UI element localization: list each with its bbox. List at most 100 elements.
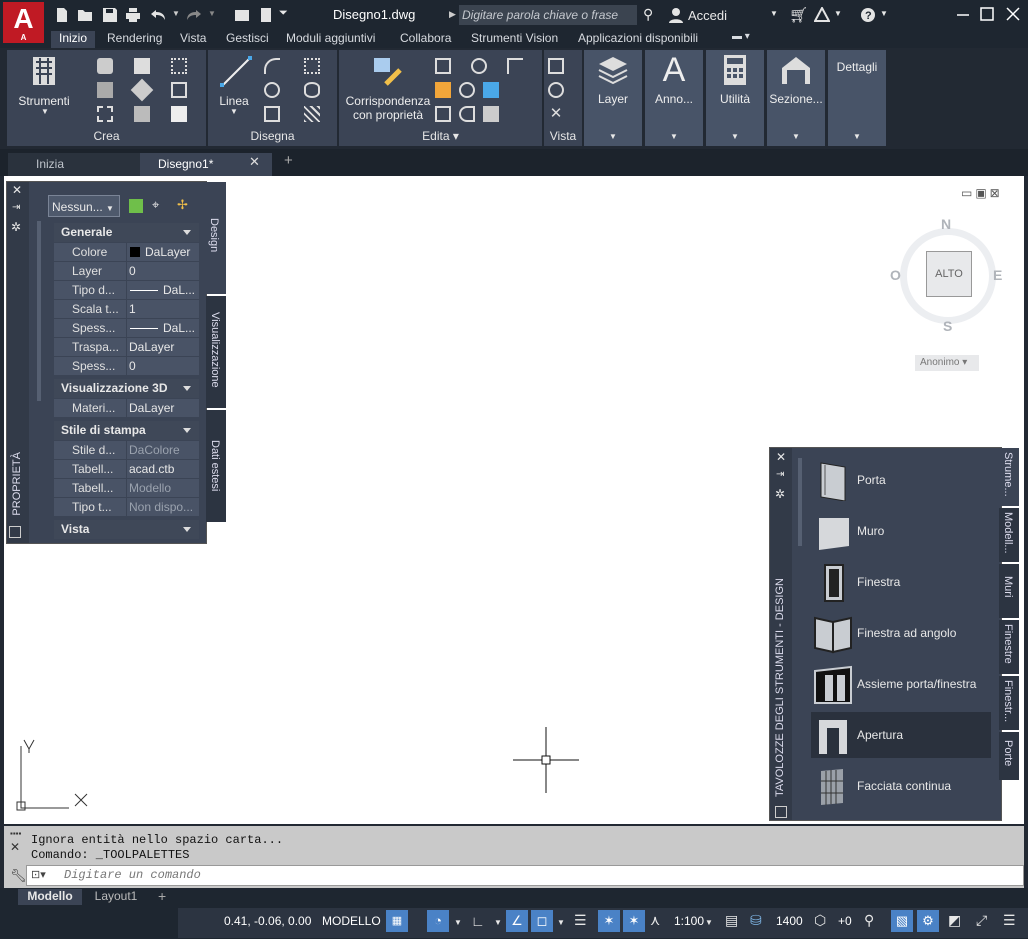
prop-row[interactable]: Tipo d... DaL... (54, 281, 199, 299)
palette-settings-icon[interactable]: ✲ (775, 487, 785, 501)
copy-icon[interactable] (459, 82, 475, 98)
customize-status-icon[interactable]: ☰ (1003, 912, 1016, 929)
help-icon[interactable]: ? (860, 7, 876, 23)
cut-plane-value[interactable]: 1400 (776, 914, 803, 928)
tab-collabora[interactable]: Collabora (400, 31, 451, 45)
rotate-icon[interactable] (471, 58, 487, 74)
auto-scale-icon[interactable]: ✶ (623, 910, 645, 932)
prop-row[interactable]: Layer 0 (54, 262, 199, 280)
pickadd-icon[interactable]: ✢ (177, 197, 188, 213)
prop-value[interactable]: DaColore (127, 441, 199, 459)
ortho-icon[interactable]: ∟ (471, 913, 485, 929)
tab-inizio[interactable]: Inizio (51, 31, 96, 48)
prop-row[interactable]: Stile d... DaColore (54, 441, 199, 459)
isolate-objects-icon[interactable]: ◩ (948, 912, 961, 929)
undo-dropdown-icon[interactable]: ▼ (172, 9, 180, 18)
help-dropdown-icon[interactable]: ▼ (880, 9, 888, 18)
prop-value[interactable]: Modello (127, 479, 199, 497)
search-expand-icon[interactable]: ▶ (449, 9, 456, 20)
share-icon[interactable] (234, 7, 250, 23)
close-window-icon[interactable] (1006, 7, 1020, 21)
palette-menu-icon[interactable] (775, 806, 787, 818)
workspace-icon[interactable]: ⚙ (917, 910, 939, 932)
cube-icon[interactable] (171, 106, 187, 122)
properties-menu-icon[interactable] (9, 526, 21, 538)
osnap-toggle-icon[interactable]: ◻ (531, 910, 553, 932)
app-dropdown-icon[interactable]: ▼ (834, 9, 842, 18)
quick-select-icon[interactable] (129, 199, 143, 213)
undo-icon[interactable] (150, 7, 166, 23)
section-vista[interactable]: Vista (54, 520, 199, 539)
prop-row[interactable]: Tipo t... Non dispo... (54, 498, 199, 516)
orbit-icon[interactable] (548, 82, 564, 98)
polyline-icon[interactable] (264, 58, 280, 74)
palette-tab-modelli[interactable]: Modell... (999, 508, 1019, 562)
print-icon[interactable] (125, 7, 141, 23)
panel-vista-title[interactable]: Vista (544, 129, 582, 143)
match-properties-icon[interactable] (372, 56, 404, 88)
properties-icon[interactable]: ▤ (725, 912, 738, 929)
palette-tab-strumenti[interactable]: Strume... (999, 448, 1019, 506)
command-grip[interactable]: ▪▪▪▪ (10, 829, 21, 838)
tab-gestisci[interactable]: Gestisci (226, 31, 269, 45)
viewcube-face-top[interactable]: ALTO (926, 251, 972, 297)
redo-dropdown-icon[interactable]: ▼ (208, 9, 216, 18)
viewcube-west[interactable]: O (890, 267, 901, 283)
line-dropdown-icon[interactable]: ▼ (230, 107, 238, 116)
viewcube-south[interactable]: S (943, 318, 952, 334)
tools-label[interactable]: Strumenti (15, 94, 73, 108)
customize-qat-icon[interactable]: ⏷ (279, 7, 288, 20)
palette-item-porta[interactable]: Porta (811, 457, 991, 503)
palette-close-icon[interactable]: ✕ (776, 450, 786, 464)
line-label[interactable]: Linea (214, 94, 254, 108)
viewport-controls[interactable]: ▭▣⊠ (961, 186, 1003, 200)
palette-item-finestra-ad-angolo[interactable]: Finestra ad angolo (811, 610, 991, 656)
prop-value[interactable]: 1 (127, 300, 199, 318)
properties-scrollbar[interactable] (37, 221, 41, 401)
palette-item-assieme[interactable]: Assieme porta/finestra (811, 661, 991, 707)
section-visualizzazione-3d[interactable]: Visualizzazione 3D (54, 379, 199, 398)
prop-value[interactable]: DaLayer (127, 338, 199, 356)
fullscreen-icon[interactable]: ⤢ (976, 912, 987, 929)
prop-row[interactable]: Spess... 0 (54, 357, 199, 375)
tab-strumenti-vision[interactable]: Strumenti Vision (471, 31, 558, 45)
prop-value[interactable]: 0 (127, 357, 199, 375)
user-icon[interactable] (668, 7, 684, 23)
elevation-icon[interactable]: ⬡ (814, 912, 826, 929)
circle-icon[interactable] (264, 82, 280, 98)
properties-settings-icon[interactable]: ✲ (11, 220, 21, 234)
panel-details[interactable]: Dettagli ▼ (828, 50, 886, 146)
snap-toggle-icon[interactable]: ◔ (427, 910, 449, 932)
layout-tab-layout1[interactable]: Layout1 (84, 889, 148, 905)
palette-autohide-icon[interactable]: ⇥ (776, 469, 784, 480)
rectangle-icon[interactable] (264, 106, 280, 122)
cart-icon[interactable]: 🛒︎ (789, 6, 808, 24)
selection-dropdown[interactable]: Nessun... ▼ (48, 195, 120, 217)
model-space-toggle[interactable]: MODELLO (322, 914, 381, 928)
slice-icon[interactable] (134, 58, 150, 74)
panel-edita-title[interactable]: Edita ▾ (339, 129, 542, 143)
ucs-menu[interactable]: Anonimo ▾ (915, 355, 979, 371)
properties-close-icon[interactable]: ✕ (12, 183, 22, 197)
panel-annotation[interactable]: A Anno... ▼ (645, 50, 703, 146)
section-stile-di-stampa[interactable]: Stile di stampa (54, 421, 199, 440)
panel-layer[interactable]: Layer ▼ (584, 50, 642, 146)
array-icon[interactable] (435, 106, 451, 122)
application-menu-button[interactable]: AA (3, 2, 44, 43)
section-generale[interactable]: Generale (54, 223, 199, 242)
polar-toggle-icon[interactable]: ∠ (506, 910, 528, 932)
osnap-dropdown-icon[interactable]: ▼ (557, 918, 565, 927)
palette-item-muro[interactable]: Muro (811, 508, 991, 554)
annotation-scale-icon[interactable]: ⋏ (650, 912, 660, 929)
palette-tab-porte[interactable]: Porte (999, 732, 1019, 780)
tab-applicazioni-disponibili[interactable]: Applicazioni disponibili (578, 31, 698, 45)
press-pull-icon[interactable] (130, 78, 154, 102)
tab-rendering[interactable]: Rendering (107, 31, 162, 45)
palette-tab-finestre[interactable]: Finestre (999, 620, 1019, 674)
prop-row[interactable]: Colore DaLayer (54, 243, 199, 261)
hatch-icon[interactable] (304, 106, 320, 122)
tab-vista[interactable]: Vista (180, 31, 206, 45)
prop-row[interactable]: Materi... DaLayer (54, 399, 199, 417)
properties-autohide-icon[interactable]: ⇥ (12, 202, 20, 213)
side-tab-dati-estesi[interactable]: Dati estesi (206, 410, 226, 522)
